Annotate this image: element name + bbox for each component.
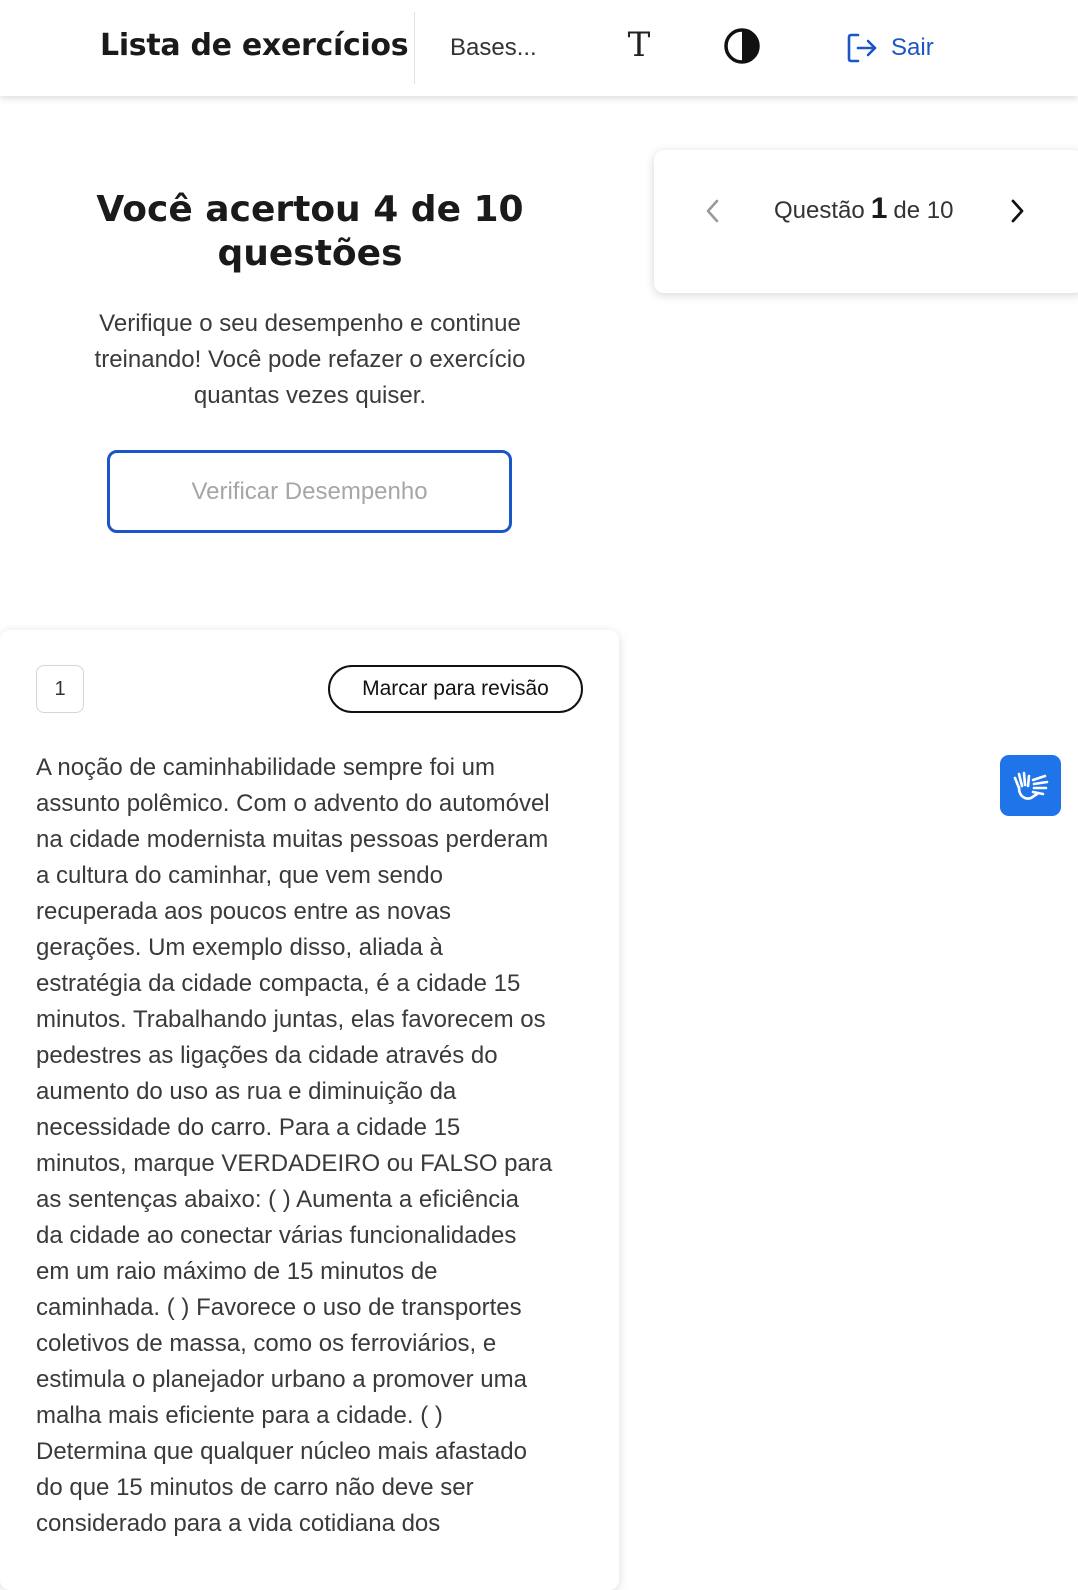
- mark-for-review-button[interactable]: Marcar para revisão: [328, 665, 583, 713]
- contrast-button[interactable]: [720, 24, 764, 68]
- logout-label: Sair: [891, 34, 934, 61]
- next-question-button[interactable]: [1002, 196, 1032, 226]
- contrast-icon: [724, 28, 760, 64]
- question-counter-current: 1: [870, 192, 888, 225]
- font-size-icon: T: [627, 25, 651, 65]
- question-number-badge: 1: [36, 665, 84, 713]
- top-header: Lista de exercícios Bases... T Sair: [0, 0, 1078, 96]
- question-statement: A noção de caminhabilidade sempre foi um…: [36, 754, 553, 1537]
- question-counter-suffix: de 10: [893, 197, 954, 224]
- sign-language-hands-icon: [1013, 771, 1048, 800]
- question-card: 1 Marcar para revisão A noção de caminha…: [0, 630, 619, 1590]
- page-title: Lista de exercícios: [100, 28, 409, 63]
- logout-icon: [847, 33, 877, 63]
- result-description: Verifique o seu desempenho e continue tr…: [94, 310, 526, 409]
- previous-question-button[interactable]: [698, 196, 728, 226]
- question-counter-prefix: Questão: [774, 197, 865, 224]
- check-performance-button[interactable]: Verificar Desempenho: [107, 450, 512, 533]
- result-title: Você acertou 4 de 10 questões: [96, 189, 524, 274]
- question-counter: Questão 1 de 10: [774, 192, 953, 226]
- header-divider: [414, 12, 415, 84]
- libras-accessibility-button[interactable]: [1000, 755, 1061, 816]
- subject-breadcrumb[interactable]: Bases...: [450, 34, 537, 62]
- question-navigator: Questão 1 de 10: [654, 150, 1078, 293]
- chevron-left-icon: [706, 199, 719, 223]
- logout-button[interactable]: Sair: [845, 28, 934, 68]
- font-size-button[interactable]: T: [616, 22, 662, 68]
- chevron-right-icon: [1011, 199, 1024, 223]
